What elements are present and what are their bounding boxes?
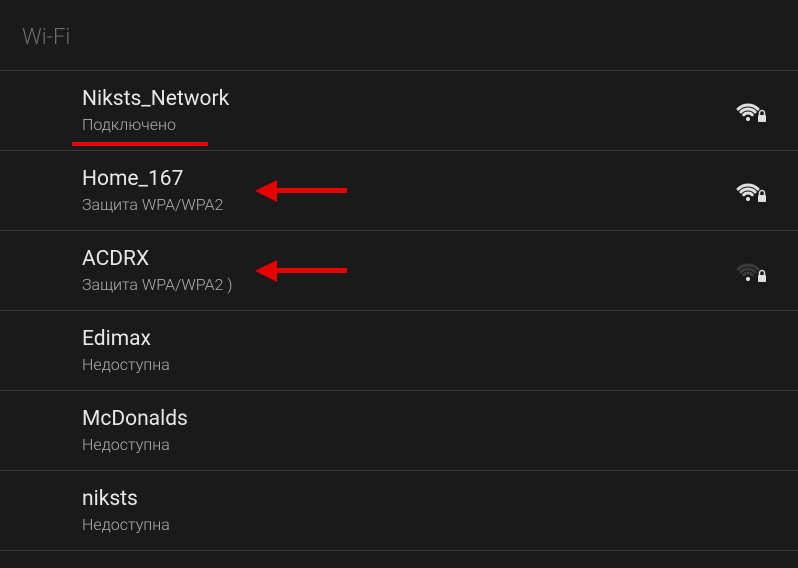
wifi-network-item[interactable]: niksts Недоступна — [0, 471, 798, 551]
network-name: ACDRX — [82, 247, 233, 271]
network-text: ACDRX Защита WPA/WPA2 ) — [82, 247, 233, 294]
network-text: Niksts_Network Подключено — [82, 87, 229, 134]
wifi-network-list: Niksts_Network Подключено Home_167 Защита W… — [0, 70, 798, 551]
wifi-network-item[interactable]: Niksts_Network Подключено — [0, 71, 798, 151]
network-name: Edimax — [82, 327, 170, 351]
network-name: McDonalds — [82, 407, 188, 431]
annotation-arrow — [255, 260, 347, 282]
wifi-network-item[interactable]: Edimax Недоступна — [0, 311, 798, 391]
network-name: Niksts_Network — [82, 87, 229, 111]
network-name: Home_167 — [82, 167, 223, 191]
network-name: niksts — [82, 487, 170, 511]
network-status: Защита WPA/WPA2 ) — [82, 275, 233, 294]
network-status: Защита WPA/WPA2 — [82, 195, 223, 214]
wifi-network-item[interactable]: ACDRX Защита WPA/WPA2 ) — [0, 231, 798, 311]
wifi-network-item[interactable]: Home_167 Защита WPA/WPA2 — [0, 151, 798, 231]
network-status: Подключено — [82, 115, 229, 134]
network-text: McDonalds Недоступна — [82, 407, 188, 454]
network-status: Недоступна — [82, 355, 170, 374]
page-title: Wi-Fi — [0, 0, 798, 70]
wifi-signal-icon — [732, 177, 768, 205]
network-text: niksts Недоступна — [82, 487, 170, 534]
network-text: Home_167 Защита WPA/WPA2 — [82, 167, 223, 214]
annotation-arrow — [255, 180, 347, 202]
network-status: Недоступна — [82, 515, 170, 534]
network-text: Edimax Недоступна — [82, 327, 170, 374]
annotation-underline — [72, 142, 208, 146]
wifi-signal-icon — [732, 257, 768, 285]
network-status: Недоступна — [82, 435, 188, 454]
wifi-network-item[interactable]: McDonalds Недоступна — [0, 391, 798, 471]
wifi-signal-icon — [732, 97, 768, 125]
